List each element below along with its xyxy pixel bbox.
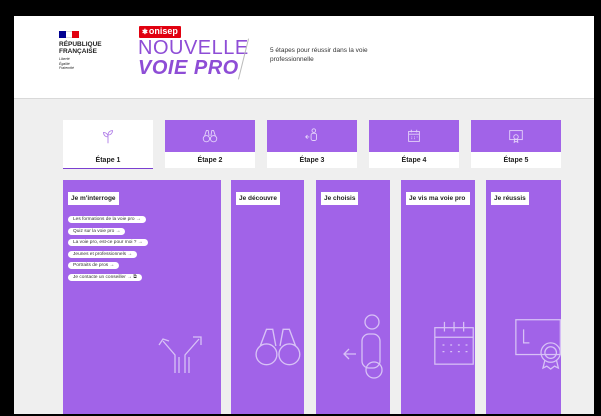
tab-etape-3[interactable]: Étape 3 <box>267 120 357 168</box>
onisep-star-icon: ✱ <box>142 29 148 36</box>
tab-label: Étape 5 <box>471 152 561 168</box>
republique-francaise-logo[interactable]: RÉPUBLIQUE FRANÇAISE Liberté Égalité Fra… <box>59 31 129 71</box>
step-panel-je-reussis: Je réussis <box>486 180 561 414</box>
panel-title: Je réussis <box>491 192 529 205</box>
crossroads-arrows-icon <box>158 336 202 373</box>
step-panel-je-vis-ma-voie-pro: Je vis ma voie pro <box>401 180 475 414</box>
sprout-icon <box>103 130 113 144</box>
panel-title: Je vis ma voie pro <box>406 192 470 205</box>
tab-etape-2[interactable]: Étape 2 <box>165 120 255 168</box>
brand-line-2: VOIE PRO <box>138 57 239 79</box>
link-voie-pro-pour-moi[interactable]: La voie pro, est-ce pour moi ? → <box>68 239 148 247</box>
step-panel-je-choisis: Je choisis <box>316 180 390 414</box>
binoculars-icon <box>202 130 218 143</box>
tab-label: Étape 4 <box>369 152 459 168</box>
tab-label: Étape 3 <box>267 152 357 168</box>
republique-name: RÉPUBLIQUE FRANÇAISE <box>59 41 102 55</box>
link-contact-conseiller[interactable]: Je contacte un conseiller → ⧉ <box>68 273 142 281</box>
panel-title: Je choisis <box>321 192 359 205</box>
step-panel-je-decouvre: Je découvre <box>231 180 304 414</box>
brand-line-1: NOUVELLE <box>138 37 249 59</box>
republique-motto: Liberté Égalité Fraternité <box>59 57 74 70</box>
tab-etape-4[interactable]: Étape 4 <box>369 120 459 168</box>
calendar-icon <box>408 129 420 142</box>
tab-etape-5[interactable]: Étape 5 <box>471 120 561 168</box>
person-choice-icon <box>343 314 383 379</box>
panel-title: Je m'interroge <box>68 192 119 205</box>
panel-title: Je découvre <box>236 192 280 205</box>
tab-label: Étape 1 <box>63 152 153 168</box>
tab-etape-1[interactable]: Étape 1 <box>63 120 153 169</box>
link-jeunes-professionnels[interactable]: Jeunes et professionnels → <box>68 250 138 258</box>
french-flag-icon <box>59 31 80 38</box>
calendar-icon <box>434 321 474 365</box>
link-quiz[interactable]: Quiz sur la voie pro → <box>68 227 126 235</box>
certificate-icon <box>509 130 523 144</box>
tab-label: Étape 2 <box>165 152 255 168</box>
link-portraits[interactable]: Portraits de pros → <box>68 262 120 270</box>
site-tagline: 5 étapes pour réussir dans la voie profe… <box>270 47 368 63</box>
browser-viewport: RÉPUBLIQUE FRANÇAISE Liberté Égalité Fra… <box>14 16 594 414</box>
step-panel-je-minterroge: Je m'interroge Les formations de la voie… <box>63 180 221 414</box>
site-header: RÉPUBLIQUE FRANÇAISE Liberté Égalité Fra… <box>14 16 594 99</box>
onisep-label: onisep <box>148 26 178 36</box>
person-choice-icon <box>305 128 317 141</box>
panel-links: Les formations de la voie pro → Quiz sur… <box>68 216 148 286</box>
certificate-icon <box>515 319 561 370</box>
binoculars-icon <box>255 328 301 366</box>
link-formations[interactable]: Les formations de la voie pro → <box>68 216 146 223</box>
